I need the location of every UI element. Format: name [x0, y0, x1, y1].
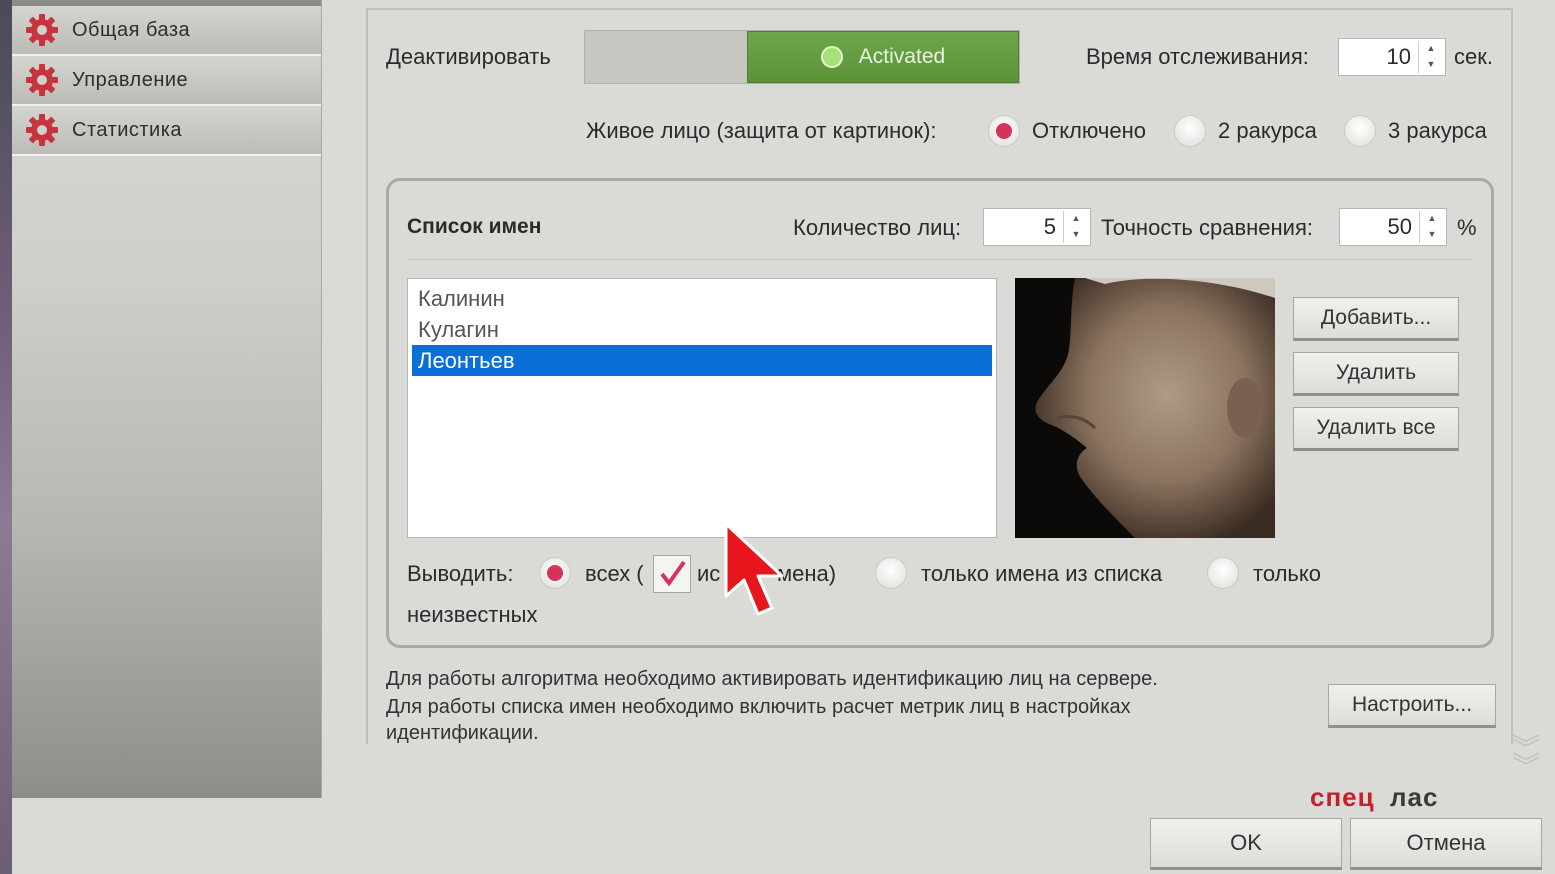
delete-button[interactable]: Удалить [1293, 352, 1459, 396]
note-line-2: Для работы списка имен необходимо включи… [386, 696, 1131, 718]
accuracy-stepper[interactable]: 50 ▲ ▼ [1339, 208, 1447, 246]
sidebar-item-statistics[interactable]: Статистика [12, 106, 321, 156]
chevron-down-icon: ︾ ︾ [1512, 733, 1541, 782]
checkmark-icon [660, 560, 686, 587]
liveness-off-label: Отключено [1032, 118, 1146, 143]
sidebar-item-label: Статистика [72, 118, 183, 141]
toggle-state-label: Activated [858, 45, 946, 68]
liveness-3-angles-label: 3 ракурса [1388, 118, 1487, 143]
accuracy-unit: % [1457, 215, 1477, 240]
sidebar-item-management[interactable]: Управление [12, 56, 321, 106]
activation-row: Деактивировать Activated Время отслежива… [368, 30, 1511, 86]
output-all-radio[interactable] [539, 557, 571, 589]
add-button[interactable]: Добавить... [1293, 297, 1459, 341]
output-list-only-radio[interactable] [875, 557, 907, 589]
tracking-time-stepper[interactable]: 10 ▲ ▼ [1338, 38, 1446, 76]
output-unknown-only-label-wrap: неизвестных [407, 602, 538, 627]
face-count-label: Количество лиц: [793, 215, 962, 240]
liveness-2-angles-label: 2 ракурса [1218, 118, 1317, 143]
gear-icon [12, 113, 72, 147]
liveness-2-angles-radio[interactable] [1174, 115, 1206, 147]
activated-state[interactable]: Activated [747, 31, 1019, 83]
list-item-selected[interactable]: Леонтьев [412, 345, 992, 376]
activation-toggle[interactable]: Activated [584, 30, 1020, 84]
cancel-button[interactable]: Отмена [1350, 818, 1542, 870]
stepper-down-icon[interactable]: ▼ [1420, 227, 1444, 243]
svg-text:лас: лас [1390, 782, 1438, 812]
sidebar-item-label: Управление [72, 68, 189, 91]
face-count-value: 5 [1043, 214, 1056, 239]
liveness-label: Живое лицо (защита от картинок): [586, 118, 937, 143]
svg-text:спец: спец [1310, 782, 1375, 812]
note-line-1: Для работы алгоритма необходимо активиро… [386, 668, 1158, 690]
stepper-up-icon[interactable]: ▲ [1064, 211, 1088, 227]
list-item[interactable]: Кулагин [412, 314, 992, 345]
stepper-arrows: ▲ ▼ [1063, 211, 1088, 243]
tracking-time-value: 10 [1386, 44, 1411, 69]
deactivate-label: Деактивировать [386, 44, 551, 69]
names-list-group: Список имен Количество лиц: 5 ▲ ▼ Точнос… [386, 178, 1494, 648]
mouse-cursor-icon [722, 520, 792, 625]
output-unknown-only-label: только [1253, 561, 1321, 586]
status-dot-icon [820, 46, 843, 68]
accuracy-value: 50 [1387, 214, 1412, 239]
output-list-only-label: только имена из списка [921, 561, 1163, 586]
output-label: Выводить: [407, 561, 514, 586]
list-item[interactable]: Калинин [412, 283, 992, 314]
sidebar-item-label: Общая база [72, 18, 191, 41]
stepper-arrows: ▲ ▼ [1418, 41, 1443, 73]
face-photo [1015, 278, 1275, 538]
names-list-title: Список имен [407, 215, 542, 238]
spetslas-logo: спец лас [1310, 782, 1470, 817]
stepper-up-icon[interactable]: ▲ [1420, 211, 1444, 227]
sidebar: Общая база Управление Статистика [12, 0, 322, 798]
note-line-3: идентификации. [386, 722, 539, 744]
liveness-off-radio[interactable] [988, 115, 1020, 147]
stepper-down-icon[interactable]: ▼ [1419, 57, 1443, 73]
gear-icon [12, 63, 72, 97]
tracking-time-unit: сек. [1454, 44, 1493, 69]
delete-all-button[interactable]: Удалить все [1293, 407, 1459, 451]
group-divider [407, 259, 1473, 260]
liveness-3-angles-radio[interactable] [1344, 115, 1376, 147]
face-count-stepper[interactable]: 5 ▲ ▼ [983, 208, 1091, 246]
sidebar-item-general-base[interactable]: Общая база [12, 0, 321, 56]
accuracy-label: Точность сравнения: [1101, 215, 1313, 240]
desktop-edge [0, 0, 12, 874]
stepper-arrows: ▲ ▼ [1419, 211, 1444, 243]
configure-button[interactable]: Настроить... [1328, 684, 1496, 728]
stepper-down-icon[interactable]: ▼ [1064, 227, 1088, 243]
names-listbox[interactable]: Калинин Кулагин Леонтьев [407, 278, 997, 538]
output-unknown-only-radio[interactable] [1207, 557, 1239, 589]
tracking-time-label: Время отслеживания: [1086, 44, 1309, 69]
output-all-label: всех ( [585, 561, 644, 586]
output-all-text-part1: ис [697, 561, 721, 586]
ok-button[interactable]: OK [1150, 818, 1342, 870]
stepper-up-icon[interactable]: ▲ [1419, 41, 1443, 57]
gear-icon [12, 13, 72, 47]
settings-panel: Деактивировать Activated Время отслежива… [366, 8, 1513, 744]
output-all-checkbox[interactable] [653, 555, 691, 593]
